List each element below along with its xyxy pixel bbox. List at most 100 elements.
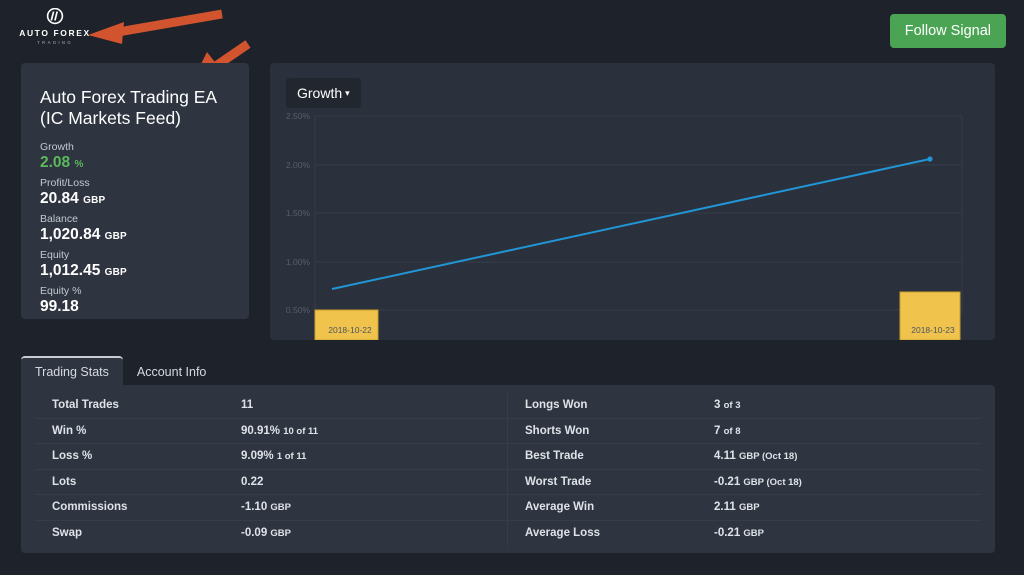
table-row: Longs Won 3 of 3 — [508, 393, 981, 419]
brand-logo[interactable]: AUTO FOREX TRADING — [16, 7, 94, 45]
logo-name: AUTO FOREX — [19, 28, 91, 38]
row-key: Swap — [52, 527, 83, 540]
stat-label: Growth — [40, 140, 74, 153]
y-tick-label: 0.50% — [286, 305, 311, 315]
row-value-sub: of 8 — [723, 425, 741, 437]
row-key: Longs Won — [525, 399, 588, 412]
logo-icon — [16, 7, 94, 26]
stats-tabs: Trading Stats Account Info — [21, 356, 220, 387]
row-value-sub: GBP — [743, 528, 765, 540]
row-value: 90.91% 10 of 11 — [231, 425, 318, 437]
y-tick-label: 1.00% — [286, 257, 311, 267]
line-end-marker — [927, 156, 933, 162]
chart-x-axis-labels: 2018-10-22 2018-10-23 — [328, 325, 955, 335]
chart-y-axis-labels: 2.50% 2.00% 1.50% 1.00% 0.50% — [286, 111, 311, 315]
account-title: Auto Forex Trading EA (IC Markets Feed) — [40, 87, 217, 129]
stat-unit: GBP — [83, 194, 106, 206]
chart-metric-label: Growth — [297, 85, 343, 101]
row-value: 3 of 3 — [704, 399, 741, 411]
row-value-sub: GBP (Oct 18) — [743, 476, 802, 488]
trading-stats-panel: Total Trades 11 Win % 90.91% 10 of 11 Lo… — [21, 385, 995, 553]
table-row: Commissions -1.10 GBP — [35, 495, 508, 521]
stat-value: 1,012.45 GBP — [40, 262, 230, 280]
x-tick-label: 2018-10-23 — [911, 325, 955, 335]
row-key: Total Trades — [52, 399, 119, 412]
stats-column-right: Longs Won 3 of 3 Shorts Won 7 of 8 Best … — [508, 393, 981, 546]
row-value: 11 — [231, 399, 253, 411]
row-value: 4.11 GBP (Oct 18) — [704, 450, 797, 462]
row-value-main: 9.09% — [241, 450, 274, 463]
row-key: Commissions — [52, 501, 128, 514]
table-row: Average Win 2.11 GBP — [508, 495, 981, 521]
row-key: Average Loss — [525, 527, 600, 540]
row-value: 0.22 — [231, 476, 263, 488]
row-value: 2.11 GBP — [704, 501, 760, 513]
stat-profit-loss: Profit/Loss 20.84 GBP — [40, 177, 230, 208]
growth-chart[interactable]: 2.50% 2.00% 1.50% 1.00% 0.50% 2018-10-22… — [270, 103, 995, 340]
row-value: 9.09% 1 of 11 — [231, 450, 306, 462]
y-tick-label: 2.50% — [286, 111, 311, 121]
tab-account-info[interactable]: Account Info — [123, 356, 221, 387]
chart-gridlines — [314, 115, 963, 315]
chart-bars — [314, 291, 961, 340]
stat-number: 1,020.84 — [40, 225, 101, 243]
row-key: Best Trade — [525, 450, 584, 463]
chart-growth-line — [331, 156, 933, 290]
row-value-main: 90.91% — [241, 424, 281, 437]
row-value-sub: GBP — [738, 502, 760, 514]
table-row: Loss % 9.09% 1 of 11 — [35, 444, 508, 470]
stat-equity-percent: Equity % 99.18 — [40, 285, 230, 316]
row-value: -0.09 GBP — [231, 527, 291, 539]
table-row: Lots 0.22 — [35, 469, 508, 495]
account-summary-card: Auto Forex Trading EA (IC Markets Feed) … — [21, 63, 249, 319]
stat-number: 99.18 — [40, 297, 79, 315]
follow-signal-button[interactable]: Follow Signal — [889, 14, 1006, 48]
stats-grid: Total Trades 11 Win % 90.91% 10 of 11 Lo… — [35, 393, 981, 546]
table-row: Best Trade 4.11 GBP (Oct 18) — [508, 444, 981, 470]
row-value: -0.21 GBP — [704, 527, 764, 539]
row-value-sub: 1 of 11 — [276, 451, 307, 463]
row-key: Lots — [52, 475, 77, 488]
row-value-main: -0.21 — [714, 527, 741, 540]
row-value-main: -0.21 — [714, 475, 741, 488]
row-value-main: 11 — [241, 399, 254, 412]
row-value-sub: GBP (Oct 18) — [738, 451, 798, 463]
row-key: Shorts Won — [525, 424, 590, 437]
stat-number: 1,012.45 — [40, 261, 101, 279]
chevron-down-icon: ▾ — [345, 88, 350, 98]
row-key: Worst Trade — [525, 475, 592, 488]
stat-equity: Equity 1,012.45 GBP — [40, 249, 230, 280]
stat-number: 2.08 — [40, 153, 71, 171]
row-value: -0.21 GBP (Oct 18) — [704, 476, 802, 488]
stat-growth: Growth 2.08 % — [40, 141, 230, 172]
stat-label: Balance — [40, 212, 78, 225]
stat-unit: GBP — [104, 266, 127, 278]
tab-trading-stats[interactable]: Trading Stats — [21, 356, 123, 387]
stat-unit: GBP — [104, 230, 127, 242]
stat-balance: Balance 1,020.84 GBP — [40, 213, 230, 244]
growth-chart-card: Growth ▾ 2.50% 2.00% 1.50% 1.00% 0.50% 2… — [270, 63, 995, 340]
row-value-main: 4.11 — [714, 450, 736, 463]
table-row: Worst Trade -0.21 GBP (Oct 18) — [508, 470, 981, 495]
row-value-sub: 10 of 11 — [283, 425, 319, 437]
stat-value: 20.84 GBP — [40, 190, 230, 208]
stat-number: 20.84 — [40, 189, 79, 207]
row-value: 7 of 8 — [704, 425, 741, 437]
row-value-main: 2.11 — [714, 501, 736, 514]
table-row: Average Loss -0.21 GBP — [508, 521, 981, 547]
row-key: Loss % — [52, 450, 93, 463]
stat-value: 99.18 — [40, 298, 230, 316]
stat-label: Profit/Loss — [40, 176, 90, 189]
y-tick-label: 1.50% — [286, 208, 311, 218]
row-value-main: -1.10 — [241, 501, 268, 514]
table-row: Shorts Won 7 of 8 — [508, 419, 981, 444]
table-row: Win % 90.91% 10 of 11 — [35, 418, 508, 444]
row-value-main: -0.09 — [241, 527, 268, 540]
row-value-sub: GBP — [270, 528, 292, 540]
stat-value: 1,020.84 GBP — [40, 226, 230, 244]
row-value-main: 0.22 — [241, 475, 264, 488]
stats-column-left: Total Trades 11 Win % 90.91% 10 of 11 Lo… — [35, 393, 508, 546]
page-root: AUTO FOREX TRADING Follow Signal Auto Fo… — [0, 0, 1024, 575]
row-key: Average Win — [525, 501, 595, 514]
y-tick-label: 2.00% — [286, 160, 311, 170]
